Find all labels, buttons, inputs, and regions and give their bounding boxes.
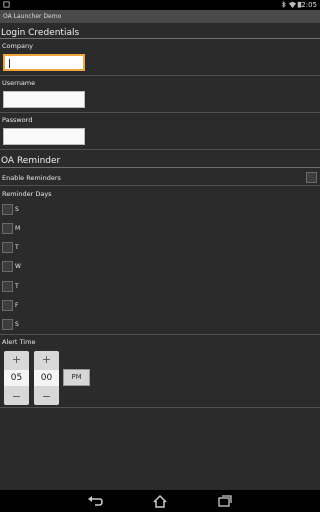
day-checkbox-sunday[interactable] — [2, 204, 13, 215]
day-checkbox-wednesday[interactable] — [2, 261, 13, 272]
recent-apps-icon[interactable] — [217, 494, 233, 508]
login-section-title: Login Credentials — [1, 28, 80, 38]
username-label: Username — [2, 79, 36, 87]
bluetooth-icon — [281, 1, 286, 8]
notification-icon — [3, 1, 10, 8]
divider — [0, 75, 320, 76]
day-checkbox-monday[interactable] — [2, 223, 13, 234]
divider — [0, 407, 320, 408]
day-checkbox-friday[interactable] — [2, 300, 13, 311]
day-label-thursday: T — [15, 283, 19, 290]
status-bar: 2:05 — [0, 0, 320, 10]
company-field[interactable] — [3, 54, 85, 71]
app-title-bar: OA Launcher Demo — [0, 10, 320, 23]
username-field[interactable] — [3, 91, 85, 108]
day-label-wednesday: W — [15, 263, 21, 270]
divider — [0, 112, 320, 113]
day-label-monday: M — [15, 225, 21, 232]
hour-increment-button[interactable]: + — [4, 352, 29, 367]
hour-value[interactable]: 05 — [4, 370, 29, 386]
wifi-icon — [289, 1, 296, 8]
hour-picker: + 05 − — [4, 351, 29, 405]
minute-increment-button[interactable]: + — [34, 352, 59, 367]
password-label: Password — [2, 116, 33, 124]
minute-picker: + 00 − — [34, 351, 59, 405]
enable-reminders-checkbox[interactable] — [306, 172, 317, 183]
company-label: Company — [2, 42, 33, 50]
divider — [0, 149, 320, 150]
divider — [0, 185, 320, 186]
reminder-days-label: Reminder Days — [2, 190, 52, 198]
divider — [0, 334, 320, 335]
day-label-tuesday: T — [15, 244, 19, 251]
day-label-sunday: S — [15, 206, 19, 213]
alert-time-label: Alert Time — [2, 338, 36, 346]
password-field[interactable] — [3, 128, 85, 145]
clock-time: 2:05 — [301, 1, 317, 9]
text-cursor — [9, 59, 10, 68]
app-title: OA Launcher Demo — [3, 13, 62, 20]
section-divider — [0, 38, 320, 39]
day-checkbox-saturday[interactable] — [2, 319, 13, 330]
navigation-bar — [0, 490, 320, 512]
minute-value[interactable]: 00 — [34, 370, 59, 386]
enable-reminders-label: Enable Reminders — [2, 174, 61, 182]
minute-decrement-button[interactable]: − — [34, 389, 59, 404]
hour-decrement-button[interactable]: − — [4, 389, 29, 404]
home-icon[interactable] — [152, 494, 168, 508]
section-divider — [0, 167, 320, 168]
reminder-section-title: OA Reminder — [1, 156, 61, 166]
day-label-saturday: S — [15, 321, 19, 328]
am-pm-toggle-button[interactable]: PM — [63, 369, 90, 386]
day-label-friday: F — [15, 302, 19, 309]
day-checkbox-thursday[interactable] — [2, 281, 13, 292]
day-checkbox-tuesday[interactable] — [2, 242, 13, 253]
back-icon[interactable] — [87, 494, 103, 508]
